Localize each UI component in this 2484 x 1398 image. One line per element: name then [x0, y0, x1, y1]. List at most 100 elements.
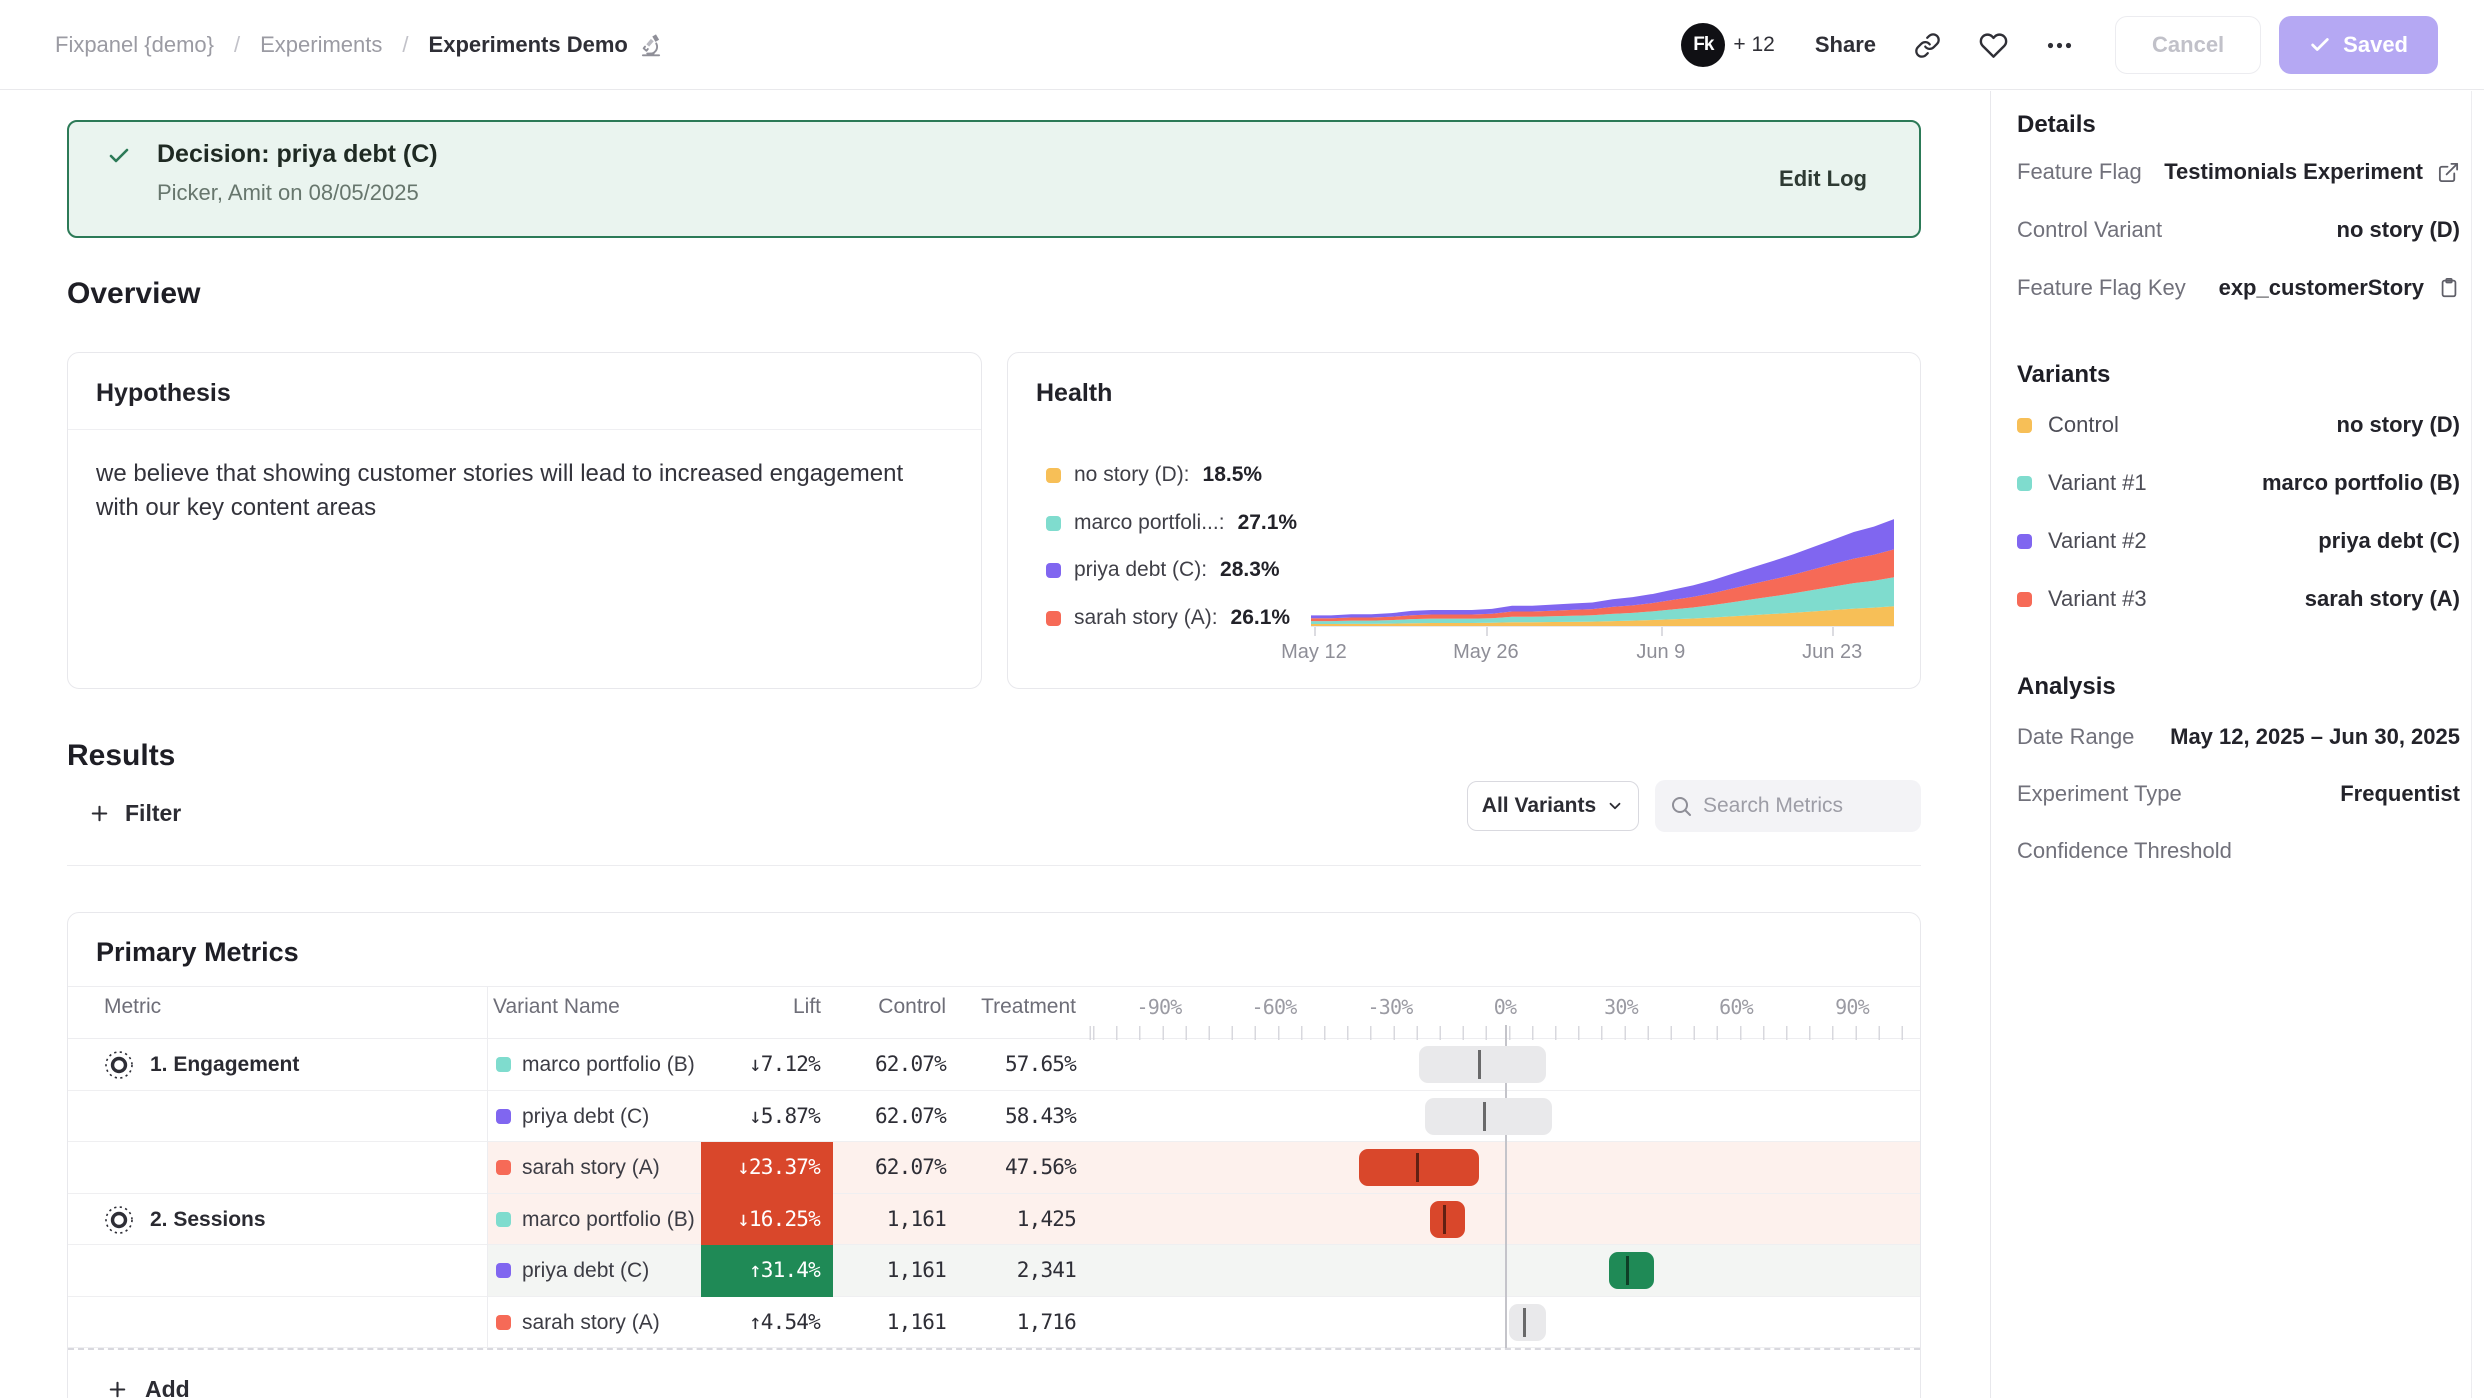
metric-row[interactable]: 1. Engagement marco portfolio (B) ↓7.12%…	[68, 1039, 1920, 1091]
legend-item: priya debt (C): 28.3%	[1046, 558, 1280, 582]
table-rows: 1. Engagement marco portfolio (B) ↓7.12%…	[68, 1039, 1920, 1348]
copy-link-icon[interactable]	[1914, 32, 1941, 59]
column-divider	[487, 986, 488, 1348]
metric-goal-icon	[104, 1050, 134, 1080]
more-options-icon[interactable]	[2046, 32, 2073, 59]
scale-label: -60%	[1252, 989, 1297, 1025]
variant-swatch	[496, 1315, 511, 1330]
feature-flag-value[interactable]: Testimonials Experiment	[2164, 159, 2423, 185]
variant-name: sarah story (A)	[522, 1142, 660, 1194]
decision-byline: Picker, Amit on 08/05/2025	[157, 180, 419, 206]
confidence-interval-cell	[1083, 1245, 1920, 1296]
results-heading: Results	[67, 739, 175, 773]
confidence-interval-bar	[1509, 1304, 1546, 1341]
lift-value: ↓7.12%	[701, 1039, 833, 1091]
confidence-interval-bar	[1419, 1046, 1546, 1083]
saved-button[interactable]: Saved	[2279, 16, 2438, 74]
scrollbar-track[interactable]	[2471, 91, 2472, 1398]
add-filter-button[interactable]: Filter	[88, 791, 181, 835]
edit-log-button[interactable]: Edit Log	[1779, 122, 1867, 236]
detail-row-feature-flag: Feature Flag Testimonials Experiment	[2017, 150, 2460, 194]
legend-item: sarah story (A): 26.1%	[1046, 606, 1290, 630]
variant-row-control: Control no story (D)	[2017, 403, 2460, 447]
overview-heading: Overview	[67, 277, 200, 311]
point-estimate-marker	[1416, 1153, 1419, 1182]
plus-icon	[88, 802, 111, 825]
confidence-interval-bar	[1430, 1201, 1465, 1238]
lift-value: ↑31.4%	[701, 1245, 833, 1297]
treatment-value: 2,341	[958, 1245, 1076, 1297]
metric-row[interactable]: sarah story (A) ↓23.37% 62.07% 47.56%	[68, 1142, 1920, 1194]
detail-row-control-variant: Control Variant no story (D)	[2017, 208, 2460, 252]
x-axis-tick	[1486, 627, 1488, 636]
point-estimate-marker	[1478, 1050, 1481, 1079]
x-axis-line	[1311, 626, 1894, 627]
add-metric-button[interactable]: Add	[68, 1348, 1920, 1398]
stacked-area-svg	[1311, 517, 1894, 626]
point-estimate-marker	[1443, 1205, 1446, 1234]
lift-value: ↓16.25%	[701, 1194, 833, 1246]
metric-name: 1. Engagement	[150, 1039, 299, 1091]
x-axis-label: Jun 9	[1636, 641, 1685, 664]
variant-swatch	[2017, 476, 2032, 491]
legend-swatch	[1046, 516, 1061, 531]
page-title: Experiments Demo	[429, 32, 664, 58]
analysis-heading: Analysis	[2017, 673, 2116, 701]
metric-name: 2. Sessions	[150, 1194, 266, 1246]
metric-row[interactable]: priya debt (C) ↑31.4% 1,161 2,341	[68, 1245, 1920, 1297]
legend-swatch	[1046, 563, 1061, 578]
control-value: 62.07%	[833, 1039, 946, 1091]
confidence-interval-cell	[1083, 1194, 1920, 1245]
confidence-interval-cell	[1083, 1142, 1920, 1193]
metric-row[interactable]: sarah story (A) ↑4.54% 1,161 1,716	[68, 1297, 1920, 1349]
legend-item: marco portfoli...: 27.1%	[1046, 511, 1297, 535]
legend-swatch	[1046, 468, 1061, 483]
health-card: Health no story (D): 18.5% marco portfol…	[1007, 352, 1921, 689]
treatment-value: 1,716	[958, 1297, 1076, 1349]
collaborators-count: + 12	[1733, 33, 1774, 57]
control-value: 62.07%	[833, 1091, 946, 1143]
topbar-actions: Fk + 12 Share Cancel	[1681, 0, 2438, 90]
share-button[interactable]: Share	[1815, 32, 1876, 58]
x-axis-tick	[1832, 627, 1834, 636]
hypothesis-card: Hypothesis we believe that showing custo…	[67, 352, 982, 689]
decision-banner: Decision: priya debt (C) Picker, Amit on…	[67, 120, 1921, 238]
external-link-icon[interactable]	[2437, 161, 2460, 184]
avatar[interactable]: Fk	[1681, 23, 1725, 67]
legend-item: no story (D): 18.5%	[1046, 463, 1262, 487]
column-header-control: Control	[833, 987, 946, 1024]
decision-check-icon	[107, 144, 131, 168]
variant-name: priya debt (C)	[522, 1245, 649, 1297]
control-value: 1,161	[833, 1194, 946, 1246]
variants-filter-dropdown[interactable]: All Variants	[1467, 781, 1639, 831]
breadcrumb-project[interactable]: Fixpanel {demo}	[55, 32, 214, 58]
metric-row[interactable]: 2. Sessions marco portfolio (B) ↓16.25% …	[68, 1194, 1920, 1246]
lift-value: ↓5.87%	[701, 1091, 833, 1143]
chevron-down-icon	[1606, 797, 1624, 815]
decision-title: Decision: priya debt (C)	[157, 140, 438, 169]
search-metrics-input[interactable]	[1703, 794, 1893, 818]
clipboard-copy-icon[interactable]	[2438, 277, 2460, 299]
cancel-button[interactable]: Cancel	[2115, 16, 2261, 74]
hypothesis-body[interactable]: we believe that showing customer stories…	[96, 457, 946, 525]
variant-name: marco portfolio (B)	[522, 1194, 695, 1246]
variant-swatch	[2017, 418, 2032, 433]
point-estimate-marker	[1626, 1256, 1629, 1285]
x-axis-label: Jun 23	[1802, 641, 1862, 664]
confidence-interval-cell	[1083, 1039, 1920, 1090]
detail-row-feature-flag-key: Feature Flag Key exp_customerStory	[2017, 266, 2460, 310]
x-axis-tick	[1314, 627, 1316, 636]
scale-label: -30%	[1368, 989, 1413, 1025]
variant-name: sarah story (A)	[522, 1297, 660, 1349]
favorite-heart-icon[interactable]	[1979, 31, 2008, 60]
variant-row-1: Variant #1 marco portfolio (B)	[2017, 461, 2460, 505]
metric-row[interactable]: priya debt (C) ↓5.87% 62.07% 58.43%	[68, 1091, 1920, 1143]
health-title: Health	[1036, 379, 1112, 408]
lift-value: ↑4.54%	[701, 1297, 833, 1349]
details-heading: Details	[2017, 111, 2096, 139]
breadcrumb-separator: /	[234, 32, 240, 58]
treatment-value: 1,425	[958, 1194, 1076, 1246]
breadcrumb-experiments[interactable]: Experiments	[260, 32, 382, 58]
details-sidebar: Details Feature Flag Testimonials Experi…	[1990, 91, 2484, 1398]
control-value: 62.07%	[833, 1142, 946, 1194]
